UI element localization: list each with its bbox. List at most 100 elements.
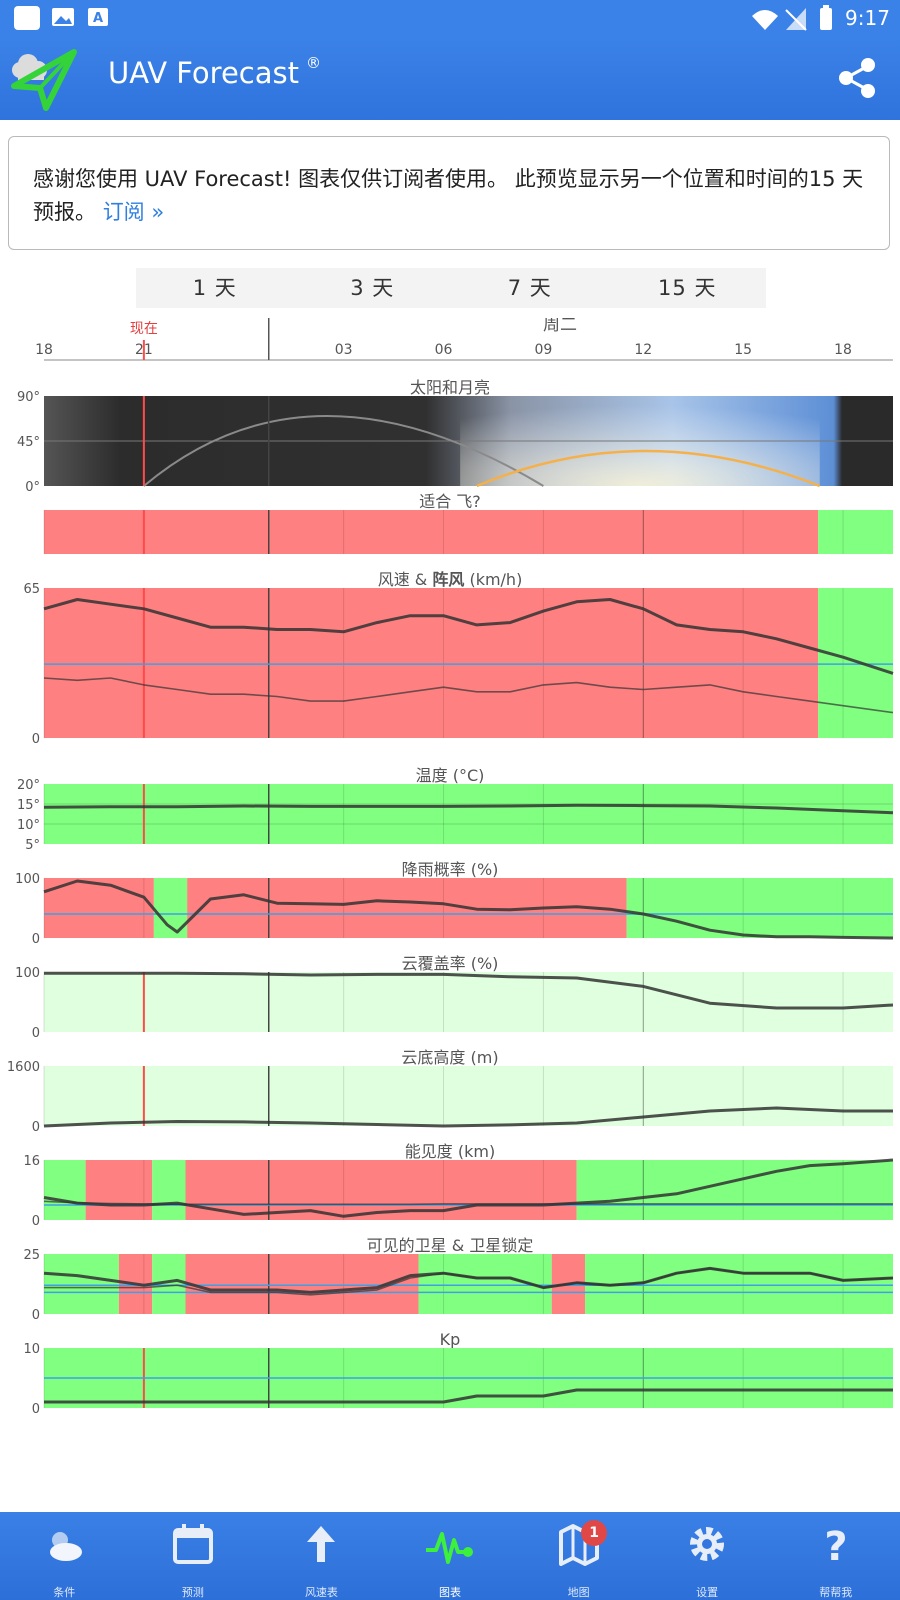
tab-1-day[interactable]: 1 天 [136,268,294,308]
time-tick-label: 21 [135,342,153,358]
y-tick-label: 0 [32,932,40,947]
svg-text:A: A [93,11,103,26]
range-tabs: 1 天 3 天 7 天 15 天 [136,268,766,308]
chart-title: 温度 (°C) [416,766,485,785]
nav-wind-label: 风速表 [304,1586,338,1599]
nav-settings[interactable]: 设置 [643,1512,772,1600]
status-segment [818,588,893,738]
signal-icon [785,8,807,31]
chart-title: Kp [440,1330,461,1349]
status-segment [44,784,893,844]
chart-title: 可见的卫星 & 卫星锁定 [367,1236,534,1255]
app-store-icon: A [88,8,108,26]
status-segment [44,1254,119,1314]
chart-panel: 云底高度 (m) 1600 0 [7,1048,893,1135]
y-tick-label: 25 [23,1248,40,1263]
pulse-chart-icon [426,1532,474,1564]
day-label: 周二 [543,318,577,335]
y-tick-label: 16 [23,1154,40,1169]
status-segment [44,510,819,554]
y-tick-label: 0 [32,1214,40,1229]
y-tick-label: 65 [23,582,40,597]
status-segment [152,1160,186,1220]
app-title: UAV Forecast [108,56,299,90]
chart-title: 适合 飞? [419,492,481,511]
share-icon[interactable] [836,56,880,100]
tab-7-days[interactable]: 7 天 [451,268,609,308]
status-segment [576,1160,893,1220]
chart-title: 太阳和月亮 [410,378,490,397]
notification-icon [14,6,40,30]
chart-title: 风速 & 阵风 (km/h) [378,570,523,589]
subscription-notice: 感谢您使用 UAV Forecast! 图表仅供订阅者使用。 此预览显示另一个位… [8,136,890,250]
chart-title: 云底高度 (m) [401,1048,498,1067]
nav-map-label: 地图 [567,1586,590,1599]
chart-title: 能见度 (km) [405,1142,495,1161]
now-label: 现在 [130,321,158,337]
y-tick-label: 5° [25,838,40,853]
status-segment [44,1066,893,1126]
chart-panel: 适合 飞? [43,492,893,554]
y-tick-label: 20° [17,778,40,793]
gallery-icon [52,8,74,26]
status-segment [44,972,893,1032]
y-tick-label: 90° [17,390,40,405]
bottom-nav: 条件 预测 风速表 图表 1 地图 设置 ? 帮帮我 [0,1512,900,1600]
status-bar: A 9:17 [0,0,900,36]
chart-panel: 能见度 (km) 16 0 [23,1142,894,1229]
status-time: 9:17 [845,6,890,30]
nav-map[interactable]: 1 地图 [514,1512,643,1600]
status-segment [626,878,893,938]
nav-settings-label: 设置 [696,1586,719,1599]
y-tick-label: 100 [15,872,40,887]
chart-title-bold: 阵风 [432,570,464,589]
y-tick-label: 45° [17,435,40,450]
y-tick-label: 0 [32,1026,40,1041]
y-tick-label: 10° [17,818,40,833]
y-tick-label: 1600 [7,1060,40,1075]
nav-help[interactable]: ? 帮帮我 [771,1512,900,1600]
registered-mark: ® [306,54,321,72]
time-tick-label: 03 [335,342,353,358]
chart-panel: 温度 (°C) 20° 15° 10° 5° [17,766,894,853]
app-bar: UAV Forecast ® [0,36,900,120]
chart-panel: 降雨概率 (%) 100 0 [15,860,894,947]
status-icons: A [14,5,832,31]
nav-forecast-label: 预测 [181,1586,204,1599]
tab-15-days[interactable]: 15 天 [609,268,767,308]
tab-3-days[interactable]: 3 天 [294,268,452,308]
wifi-icon [752,10,778,30]
y-tick-label: 0 [32,1402,40,1417]
battery-icon [820,5,832,30]
y-tick-label: 0 [32,1120,40,1135]
subscribe-link[interactable]: 订阅 » [103,200,165,224]
chart-panel: Kp 10 0 [23,1330,893,1417]
time-tick-label: 18 [35,342,53,358]
status-segment [85,1160,153,1220]
nav-charts-label: 图表 [439,1586,462,1599]
app-logo-icon [11,49,77,111]
arrow-up-icon [307,1526,336,1562]
y-tick-label: 100 [15,966,40,981]
weather-icon [50,1532,83,1561]
chart-panel: 太阳和月亮 90° 45° 0° [17,378,893,495]
nav-wind[interactable]: 风速表 [257,1512,386,1600]
time-tick-label: 09 [534,342,552,358]
nav-conditions-label: 条件 [53,1586,76,1599]
status-segment [44,1160,86,1220]
time-tick-label: 15 [734,342,752,358]
nav-conditions[interactable]: 条件 [0,1512,129,1600]
nav-charts[interactable]: 图表 [386,1512,515,1600]
y-tick-label: 0° [25,480,40,495]
chart-panel: 可见的卫星 & 卫星锁定 25 0 [23,1236,894,1323]
time-tick-label: 18 [834,342,852,358]
y-tick-label: 10 [23,1342,40,1357]
status-segment [44,588,819,738]
nav-forecast[interactable]: 预测 [129,1512,258,1600]
svg-text:?: ? [824,1524,847,1566]
time-tick-label: 12 [634,342,652,358]
nav-help-label: 帮帮我 [819,1586,853,1599]
y-tick-label: 0 [32,732,40,747]
y-tick-label: 15° [17,798,40,813]
map-badge: 1 [581,1520,608,1546]
